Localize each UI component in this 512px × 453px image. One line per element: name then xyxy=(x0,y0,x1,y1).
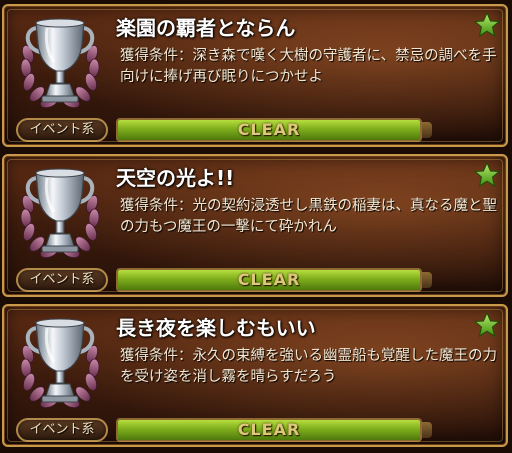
category-badge: イベント系 xyxy=(16,268,108,292)
star-icon xyxy=(474,312,500,338)
star-icon xyxy=(474,162,500,188)
trophy-icon xyxy=(14,164,106,264)
progress-bar-cap xyxy=(422,122,432,138)
achievement-description: 獲得条件：深き森で嘆く大樹の守護者に、禁忌の調べを手向けに捧げ再び眠りにつかせよ xyxy=(120,48,497,85)
progress-bar-cap xyxy=(422,422,432,438)
star-icon xyxy=(474,12,500,38)
achievement-list: 楽園の覇者とならん 獲得条件：深き森で嘆く大樹の守護者に、禁忌の調べを手向けに捧… xyxy=(0,0,512,453)
clear-label: CLEAR xyxy=(237,270,301,289)
progress-bar: CLEAR xyxy=(116,118,422,142)
achievement-title: 天空の光よ!! xyxy=(116,166,235,190)
progress-bar: CLEAR xyxy=(116,268,422,292)
category-badge: イベント系 xyxy=(16,118,108,142)
trophy-icon xyxy=(14,314,106,414)
achievement-description: 獲得条件：光の契約浸透せし黒鉄の稲妻は、真なる魔と聖の力もつ魔王の一撃にて砕かれ… xyxy=(120,198,497,235)
achievement-card[interactable]: 楽園の覇者とならん 獲得条件：深き森で嘆く大樹の守護者に、禁忌の調べを手向けに捧… xyxy=(2,4,508,147)
clear-label: CLEAR xyxy=(237,120,301,139)
progress-bar: CLEAR xyxy=(116,418,422,442)
achievement-title: 長き夜を楽しむもいい xyxy=(116,316,316,340)
clear-label: CLEAR xyxy=(237,420,301,439)
category-badge: イベント系 xyxy=(16,418,108,442)
trophy-icon xyxy=(14,14,106,114)
achievement-card[interactable]: 長き夜を楽しむもいい 獲得条件：永久の束縛を強いる幽霊船も覚醒した魔王の力を受け… xyxy=(2,304,508,447)
achievement-description: 獲得条件：永久の束縛を強いる幽霊船も覚醒した魔王の力を受け姿を消し霧を晴らすだろ… xyxy=(120,348,497,385)
achievement-title: 楽園の覇者とならん xyxy=(116,16,296,40)
achievement-card[interactable]: 天空の光よ!! 獲得条件：光の契約浸透せし黒鉄の稲妻は、真なる魔と聖の力もつ魔王… xyxy=(2,154,508,297)
progress-bar-cap xyxy=(422,272,432,288)
